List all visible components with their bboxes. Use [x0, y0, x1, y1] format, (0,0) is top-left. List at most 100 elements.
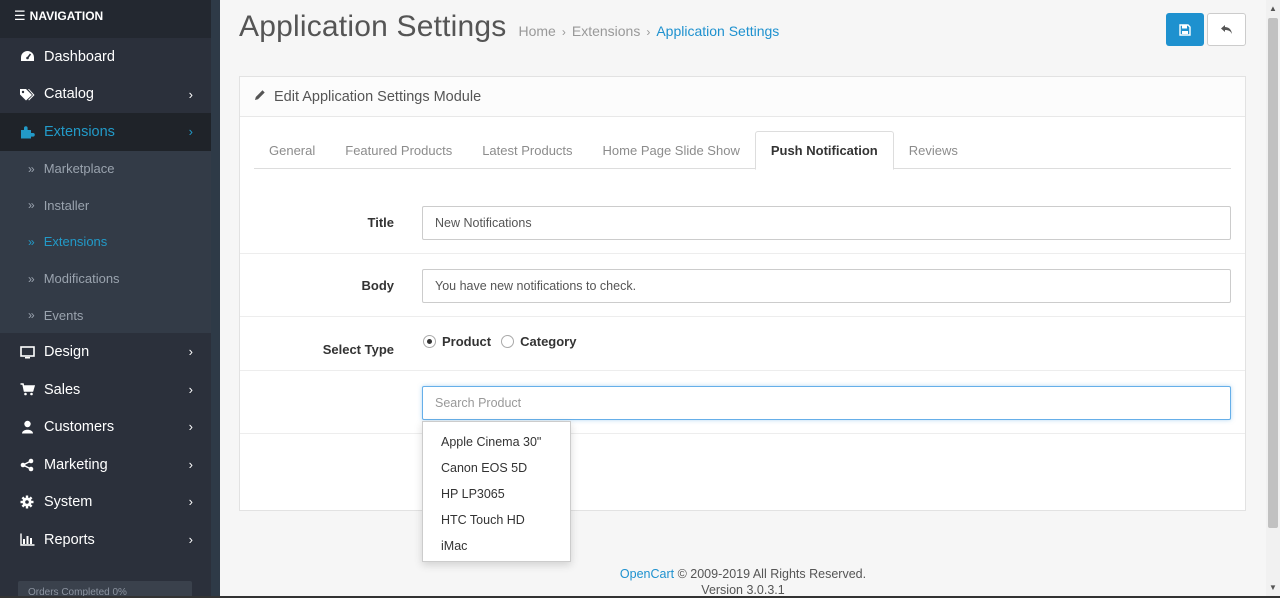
chevron-right-icon: ›: [188, 531, 193, 547]
chevron-right-icon: ›: [188, 381, 193, 397]
user-icon: [18, 420, 36, 434]
sidebar-item-reports[interactable]: Reports ›: [0, 521, 211, 559]
chevron-right-icon: ›: [188, 419, 193, 435]
body-label: Body: [361, 278, 395, 293]
extensions-submenu: » Marketplace » Installer » Extensions » Mod…: [0, 150, 211, 334]
page-header: Application Settings Home › Extensions ›…: [239, 10, 779, 44]
tab-featured-products[interactable]: Featured Products: [330, 131, 467, 169]
sidebar-item-label: System: [44, 494, 93, 511]
breadcrumb-current[interactable]: Application Settings: [656, 23, 779, 39]
nav-header-label: NAVIGATION: [29, 9, 104, 23]
submenu-item-label: Installer: [43, 197, 90, 213]
form-row-body: Body You have new notifications to check…: [240, 254, 1245, 317]
page-title: Application Settings: [239, 10, 507, 43]
tab-latest-products[interactable]: Latest Products: [467, 131, 587, 169]
tab-home-page-slide-show[interactable]: Home Page Slide Show: [588, 131, 755, 169]
bar-chart-icon: [18, 533, 36, 546]
product-radio-label[interactable]: Product: [442, 334, 491, 349]
pencil-icon: [254, 89, 266, 105]
nav-header[interactable]: ☰ NAVIGATION: [0, 0, 211, 38]
sidebar-item-label: Customers: [44, 419, 115, 436]
title-input[interactable]: New Notifications: [422, 206, 1231, 240]
sidebar-item-label: Design: [44, 344, 90, 361]
submenu-item-label: Marketplace: [43, 161, 115, 177]
back-button[interactable]: [1207, 13, 1246, 46]
sidebar-item-label: Dashboard: [44, 48, 115, 65]
submenu-item-marketplace[interactable]: » Marketplace: [0, 151, 211, 188]
reply-icon: [1221, 25, 1232, 34]
sidebar-item-label: Sales: [44, 381, 81, 398]
dropdown-option[interactable]: HTC Touch HD: [423, 507, 570, 533]
sidebar-item-marketing[interactable]: Marketing ›: [0, 446, 211, 484]
chevron-right-icon: ›: [188, 494, 193, 510]
dropdown-option[interactable]: HP LP3065: [423, 481, 570, 507]
title-label: Title: [367, 215, 395, 230]
settings-tabs: General Featured Products Latest Product…: [254, 131, 1231, 170]
chevron-right-icon: ›: [188, 124, 193, 139]
breadcrumb-home[interactable]: Home: [519, 23, 556, 39]
select-type-label: Select Type: [322, 342, 394, 357]
form-row-search: Search Product: [240, 371, 1245, 434]
category-radio[interactable]: [501, 335, 515, 348]
double-chevron-icon: »: [28, 271, 35, 286]
sidebar-item-label: Reports: [44, 531, 95, 548]
search-product-input[interactable]: Search Product: [422, 386, 1231, 420]
tab-reviews[interactable]: Reviews: [894, 131, 973, 169]
breadcrumb: Home › Extensions › Application Settings: [519, 23, 780, 39]
body-input[interactable]: You have new notifications to check.: [422, 269, 1231, 303]
tags-icon: [18, 88, 36, 101]
dashboard-icon: [18, 50, 36, 63]
menu-bars-icon: ☰: [14, 8, 26, 23]
share-icon: [18, 458, 36, 472]
category-radio-label[interactable]: Category: [520, 334, 576, 349]
copyright-text: © 2009-2019 All Rights Reserved.: [674, 567, 867, 581]
sidebar-item-label: Extensions: [44, 123, 115, 140]
save-button[interactable]: [1166, 13, 1204, 46]
breadcrumb-separator: ›: [561, 25, 566, 39]
cart-icon: [18, 383, 36, 396]
footer: OpenCart © 2009-2019 All Rights Reserved…: [220, 566, 1266, 598]
select-type-radios: Product Category: [423, 334, 576, 349]
opencart-link[interactable]: OpenCart: [620, 567, 674, 581]
sidebar-item-label: Marketing: [44, 456, 108, 473]
double-chevron-icon: »: [28, 161, 35, 176]
sidebar-item-system[interactable]: System ›: [0, 483, 211, 521]
sidebar-item-label: Catalog: [44, 86, 94, 103]
page-scrollbar[interactable]: ▲ ▼: [1266, 0, 1280, 598]
double-chevron-icon: »: [28, 308, 35, 323]
scroll-up-icon[interactable]: ▲: [1269, 4, 1277, 13]
sidebar-item-sales[interactable]: Sales ›: [0, 371, 211, 409]
scrollbar-thumb[interactable]: [1268, 18, 1278, 528]
submenu-item-label: Modifications: [43, 271, 120, 287]
dropdown-option[interactable]: Canon EOS 5D: [423, 455, 570, 481]
sidebar-item-dashboard[interactable]: Dashboard: [0, 38, 211, 76]
submenu-item-events[interactable]: » Events: [0, 297, 211, 334]
sidebar-item-catalog[interactable]: Catalog ›: [0, 76, 211, 114]
scroll-down-icon[interactable]: ▼: [1269, 583, 1277, 592]
sidebar-item-extensions[interactable]: Extensions ›: [0, 113, 211, 151]
double-chevron-icon: »: [28, 234, 35, 249]
chevron-right-icon: ›: [188, 86, 193, 102]
product-radio[interactable]: [423, 335, 436, 348]
footer-copyright: OpenCart © 2009-2019 All Rights Reserved…: [220, 566, 1266, 582]
submenu-item-label: Events: [43, 307, 84, 323]
sidebar-item-design[interactable]: Design ›: [0, 333, 211, 371]
submenu-item-extensions[interactable]: » Extensions: [0, 224, 211, 261]
monitor-icon: [18, 345, 36, 359]
breadcrumb-separator: ›: [646, 25, 651, 39]
puzzle-icon: [18, 125, 36, 139]
panel-heading-title: Edit Application Settings Module: [274, 88, 482, 105]
sidebar-item-customers[interactable]: Customers ›: [0, 408, 211, 446]
dropdown-option[interactable]: Apple Cinema 30": [423, 429, 570, 455]
tab-push-notification[interactable]: Push Notification: [754, 131, 894, 170]
cog-icon: [18, 495, 36, 509]
double-chevron-icon: »: [28, 198, 35, 213]
breadcrumb-extensions[interactable]: Extensions: [572, 23, 640, 39]
panel-heading: Edit Application Settings Module: [240, 77, 1245, 117]
tab-general[interactable]: General: [254, 131, 330, 169]
product-autocomplete-dropdown: Apple Cinema 30" Canon EOS 5D HP LP3065 …: [422, 421, 571, 562]
submenu-item-installer[interactable]: » Installer: [0, 187, 211, 224]
save-icon: [1179, 23, 1191, 36]
submenu-item-modifications[interactable]: » Modifications: [0, 260, 211, 297]
dropdown-option[interactable]: iMac: [423, 533, 570, 559]
